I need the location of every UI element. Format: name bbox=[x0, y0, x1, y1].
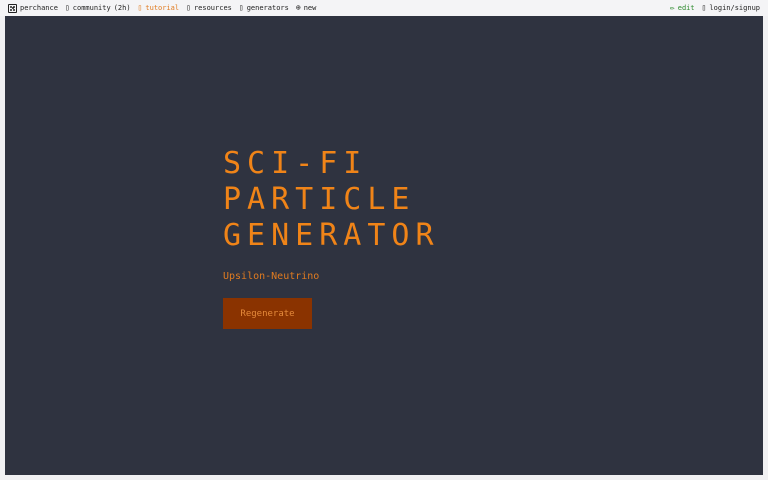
nav-new-label: new bbox=[303, 4, 317, 12]
nav-edit-label: edit bbox=[677, 4, 695, 12]
generator-content: SCI-FI PARTICLE GENERATOR Upsilon-Neutri… bbox=[223, 146, 453, 329]
generator-stage: SCI-FI PARTICLE GENERATOR Upsilon-Neutri… bbox=[5, 16, 763, 475]
nav-login[interactable]: ▯ login/signup bbox=[701, 3, 760, 13]
nav-community[interactable]: ▯ community (2h) bbox=[64, 3, 131, 13]
nav-generators[interactable]: ▯ generators bbox=[238, 3, 289, 13]
regenerate-button[interactable]: Regenerate bbox=[223, 298, 312, 329]
nav-right-group: ✏ edit ▯ login/signup bbox=[669, 3, 760, 13]
user-icon: ▯ bbox=[701, 3, 707, 12]
book-icon: ▯ bbox=[137, 3, 143, 12]
nav-login-label: login/signup bbox=[709, 4, 760, 12]
page-title: SCI-FI PARTICLE GENERATOR bbox=[223, 146, 440, 253]
chat-icon: ▯ bbox=[64, 3, 70, 12]
nav-community-label: community bbox=[72, 4, 111, 12]
dice-icon bbox=[8, 3, 17, 13]
folder-icon: ▯ bbox=[186, 3, 191, 12]
nav-tutorial[interactable]: ▯ tutorial bbox=[137, 3, 180, 13]
nav-perchance[interactable]: perchance bbox=[8, 3, 58, 13]
nav-new[interactable]: ⊕ new bbox=[295, 3, 317, 13]
nav-tutorial-label: tutorial bbox=[145, 4, 180, 12]
nav-left-group: perchance ▯ community (2h) ▯ tutorial ▯ … bbox=[8, 3, 317, 13]
nav-resources-label: resources bbox=[193, 4, 232, 12]
list-icon: ▯ bbox=[238, 3, 244, 12]
nav-edit[interactable]: ✏ edit bbox=[669, 3, 695, 13]
nav-generators-label: generators bbox=[246, 4, 289, 12]
nav-perchance-label: perchance bbox=[20, 4, 58, 12]
top-nav-bar: perchance ▯ community (2h) ▯ tutorial ▯ … bbox=[0, 0, 768, 16]
pencil-icon: ✏ bbox=[669, 3, 675, 12]
nav-resources[interactable]: ▯ resources bbox=[186, 3, 232, 13]
generated-result: Upsilon-Neutrino bbox=[223, 271, 320, 282]
nav-community-count: (2h) bbox=[113, 4, 131, 12]
plus-circle-icon: ⊕ bbox=[295, 3, 301, 12]
